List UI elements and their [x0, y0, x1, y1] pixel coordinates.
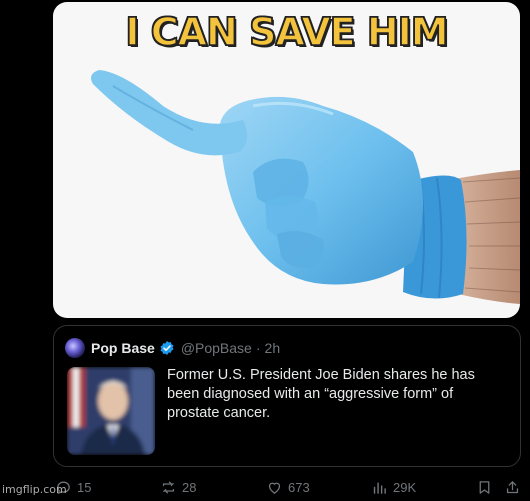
like-button[interactable]: 673 — [266, 479, 310, 496]
author-name[interactable]: Pop Base — [91, 340, 155, 356]
verified-badge-icon — [160, 341, 174, 355]
like-icon — [268, 482, 281, 494]
repost-count: 28 — [182, 480, 197, 495]
repost-button[interactable]: 28 — [160, 479, 196, 496]
bookmark-icon — [479, 481, 490, 494]
tweet-view: I CAN SAVE HIM Pop Base @PopBase · 2h Fo… — [0, 0, 530, 500]
quoted-tweet-card[interactable]: Pop Base @PopBase · 2h Former U.S. Presi… — [53, 325, 521, 467]
portrait-photo — [67, 367, 155, 455]
view-count: 29K — [393, 480, 417, 495]
imgflip-watermark: imgflip.com — [2, 483, 67, 496]
views-button[interactable]: 29K — [371, 479, 416, 496]
dot-separator: · — [255, 340, 261, 356]
share-button[interactable] — [504, 479, 521, 501]
tweet-action-bar: 15 28 673 29K — [0, 476, 530, 500]
share-icon — [506, 481, 519, 494]
timestamp[interactable]: 2h — [265, 340, 281, 356]
tweet-media-image[interactable]: I CAN SAVE HIM — [53, 2, 520, 318]
reply-count: 15 — [77, 480, 92, 495]
quoted-tweet-thumbnail[interactable] — [67, 367, 155, 455]
quoted-tweet-text: Former U.S. President Joe Biden shares h… — [167, 367, 475, 421]
meme-caption: I CAN SAVE HIM — [125, 9, 450, 55]
bookmark-button[interactable] — [476, 479, 493, 501]
quoted-tweet-header: Pop Base @PopBase · 2h — [65, 337, 280, 359]
repost-icon — [162, 481, 175, 494]
like-count: 673 — [288, 480, 310, 495]
author-handle[interactable]: @PopBase — [181, 340, 252, 356]
avatar[interactable] — [65, 338, 85, 358]
views-icon — [373, 482, 386, 494]
